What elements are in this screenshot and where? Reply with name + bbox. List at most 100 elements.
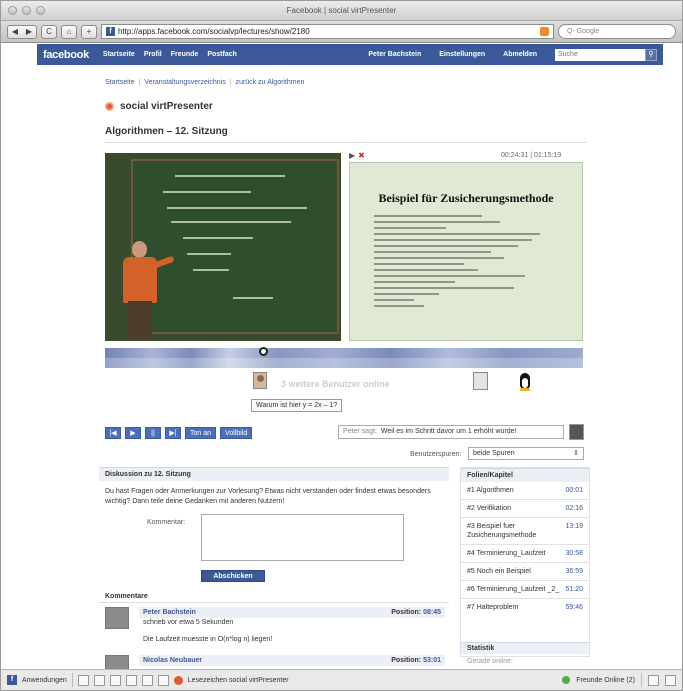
facebook-logo[interactable]: facebook [43, 49, 89, 61]
lecture-slide: Beispiel für Zusicherungsmethode [349, 162, 583, 341]
comment-meta: Nicolas Neubauer Position: 53:01 [139, 655, 445, 666]
app-title: social virtPresenter [105, 101, 213, 112]
statistics-online: Gerade online: [467, 658, 513, 665]
forward-button[interactable]: ▶ [22, 26, 36, 38]
user-avatar-icon[interactable] [569, 424, 584, 440]
lecture-video[interactable] [105, 153, 341, 341]
video-timeline[interactable] [105, 347, 583, 368]
play-button[interactable]: ▶ [125, 427, 141, 439]
chapter-item[interactable]: #7 Halteproblem 59:46 [461, 598, 589, 616]
address-bar[interactable]: f http://apps.facebook.com/socialvp/lect… [101, 24, 554, 39]
app-icon[interactable] [157, 674, 169, 686]
comment-meta: Peter Bachstein Position: 08:45 [139, 607, 445, 618]
avatar[interactable] [105, 607, 129, 629]
friends-online-button[interactable]: Freunde Online (2) [576, 677, 635, 684]
app-icon[interactable] [93, 674, 105, 686]
minimize-window-button[interactable] [22, 6, 31, 15]
chapter-item[interactable]: #3 Beispiel fuer Zusicherungsmethode 13:1… [461, 517, 589, 544]
chat-input[interactable]: Peter sagt: Weil es im Schritt davor um 1… [338, 425, 564, 439]
user-avatar-icon[interactable] [473, 372, 488, 390]
select-arrows-icon: ⇕ [573, 450, 579, 457]
pause-button[interactable]: || [145, 427, 161, 439]
chapter-item[interactable]: #2 Verifikation 02:16 [461, 499, 589, 517]
chapters-heading: Folien/Kapitel [461, 468, 589, 482]
skip-back-button[interactable]: |◀ [105, 427, 121, 439]
facebook-favicon-icon: f [106, 27, 115, 36]
browser-toolbar: ◀ ▶ C ⌂ + f http://apps.facebook.com/soc… [1, 21, 682, 43]
slide-nav-controls[interactable]: ▶ ✖ [349, 151, 365, 160]
chapter-item[interactable]: #6 Terminierung_Laufzeit _2_ 51:20 [461, 580, 589, 598]
tracks-label: Benutzerspuren: [410, 451, 462, 458]
chat-speaker: Peter sagt: [343, 428, 377, 435]
comment-textarea[interactable] [201, 514, 404, 561]
close-window-button[interactable] [8, 6, 17, 15]
chat-text: Weil es im Schritt davor um 1 erhöht wur… [380, 428, 517, 435]
app-icon[interactable] [109, 674, 121, 686]
nav-startseite[interactable]: Startseite [103, 51, 135, 58]
back-forward-group: ◀ ▶ [7, 24, 37, 39]
tracks-select[interactable]: beide Spuren ⇕ [468, 447, 584, 460]
breadcrumb-back-algorithmen[interactable]: zurück zu Algorithmen [236, 79, 305, 86]
submit-comment-button[interactable]: Abschicken [201, 570, 265, 582]
app-icon[interactable] [125, 674, 137, 686]
applications-button[interactable]: Anwendungen [22, 677, 67, 684]
close-slide-icon[interactable]: ✖ [358, 151, 365, 160]
fb-search-group: Suche ⚲ [555, 48, 657, 61]
zoom-window-button[interactable] [36, 6, 45, 15]
nav-postfach[interactable]: Postfach [207, 51, 237, 58]
comment-author[interactable]: Peter Bachstein [143, 609, 196, 616]
skip-forward-button[interactable]: ▶| [165, 427, 181, 439]
sound-toggle-button[interactable]: Ton an [185, 427, 217, 439]
player-controls: |◀ ▶ || ▶| Ton an Vollbild [105, 427, 253, 439]
add-bookmark-button[interactable]: + [81, 24, 97, 39]
nav-freunde[interactable]: Freunde [171, 51, 199, 58]
logout-link[interactable]: Abmelden [503, 51, 537, 58]
notifications-icon[interactable] [665, 674, 676, 686]
discussion-heading: Diskussion zu 12. Sitzung [99, 467, 449, 481]
chapters-panel: Folien/Kapitel #1 Algorithmen 00:01 #2 Ve… [460, 467, 590, 665]
app-icon[interactable] [77, 674, 89, 686]
comment-position: Position: 53:01 [391, 657, 441, 664]
app-title-text: social virtPresenter [120, 101, 213, 112]
comment-label: Kommentar: [147, 519, 186, 526]
chalkboard-image [131, 159, 339, 334]
facebook-apps-icon[interactable]: f [7, 675, 17, 685]
fb-search-input[interactable]: Suche [555, 48, 645, 61]
comment-author[interactable]: Nicolas Neubauer [143, 657, 202, 664]
comment-position: Position: 08:45 [391, 609, 441, 616]
comment-position-link[interactable]: 53:01 [423, 657, 441, 664]
browser-search-input[interactable]: Q- Google [558, 24, 676, 39]
settings-link[interactable]: Einstellungen [439, 51, 485, 58]
nav-profil[interactable]: Profil [144, 51, 162, 58]
breadcrumb-startseite[interactable]: Startseite [105, 79, 135, 86]
url-text: http://apps.facebook.com/socialvp/lectur… [118, 27, 310, 36]
chapter-item[interactable]: #1 Algorithmen 00:01 [461, 482, 589, 499]
user-name-link[interactable]: Peter Bachstein [368, 51, 421, 58]
reload-button[interactable]: C [41, 24, 57, 39]
virtpresenter-bookmark-icon [173, 675, 183, 685]
chapter-item[interactable]: #4 Terminierung_Laufzeit 30:58 [461, 544, 589, 562]
comment-body: Die Laufzeit muesste in O(n*log n) liege… [143, 636, 273, 643]
lecturer-figure [123, 241, 175, 339]
user-avatar-icon[interactable] [253, 372, 267, 389]
home-button[interactable]: ⌂ [61, 24, 77, 39]
app-icon[interactable] [141, 674, 153, 686]
chapter-item[interactable]: #5 Noch ein Beispiel 36:59 [461, 562, 589, 580]
timecode: 00:24:31 | 01:15:19 [501, 152, 562, 159]
facebook-chat-bar: f Anwendungen Lesezeichen social virtPre… [1, 669, 682, 690]
title-bar: Facebook | social virtPresenter [1, 1, 682, 21]
facebook-topbar: facebook Startseite Profil Freunde Postf… [37, 44, 663, 65]
statistics-heading: Statistik [461, 642, 589, 654]
browser-window: Facebook | social virtPresenter ◀ ▶ C ⌂ … [0, 0, 683, 691]
rss-icon[interactable] [540, 27, 549, 36]
fb-search-icon[interactable]: ⚲ [645, 48, 657, 61]
back-button[interactable]: ◀ [8, 26, 22, 38]
penguin-avatar-icon[interactable] [517, 371, 533, 391]
breadcrumb-veranstaltungen[interactable]: Veranstaltungsverzeichnis [144, 79, 225, 86]
timeline-scrubber[interactable] [258, 347, 268, 356]
chat-options-icon[interactable] [648, 674, 659, 686]
fullscreen-button[interactable]: Vollbild [220, 427, 253, 439]
bookmark-link[interactable]: Lesezeichen social virtPresenter [188, 677, 289, 684]
comment-position-link[interactable]: 08:45 [423, 609, 441, 616]
window-title: Facebook | social virtPresenter [286, 6, 397, 15]
